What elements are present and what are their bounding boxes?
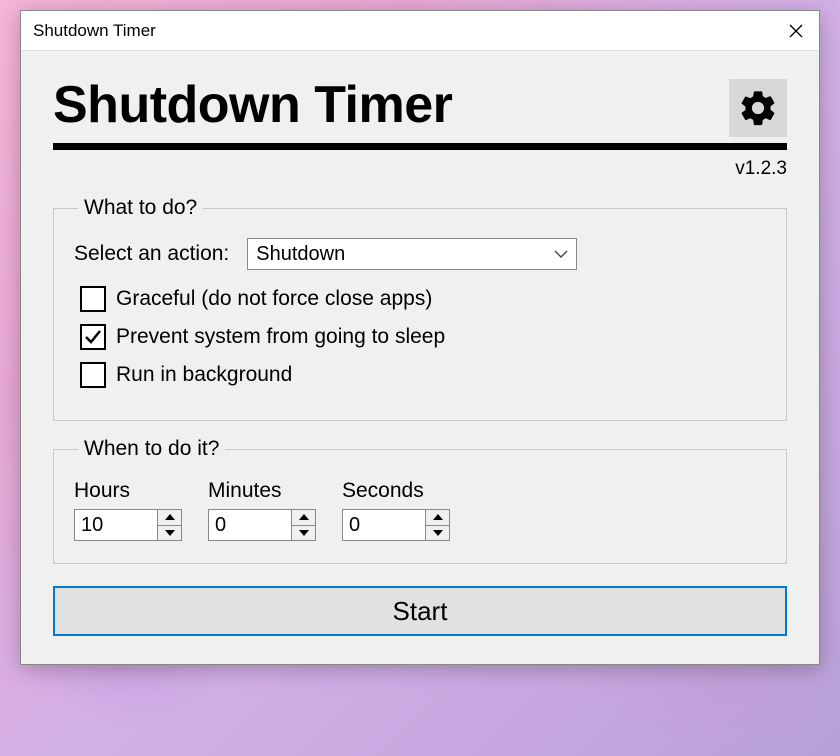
graceful-checkbox-row[interactable]: Graceful (do not force close apps) — [80, 286, 766, 312]
action-select[interactable]: Shutdown — [247, 238, 577, 270]
when-fieldset: When to do it? Hours 10 Minutes 0 — [53, 437, 787, 564]
seconds-down-button[interactable] — [426, 526, 449, 541]
start-label: Start — [393, 596, 448, 627]
prevent-sleep-label: Prevent system from going to sleep — [116, 325, 445, 349]
run-bg-checkbox[interactable] — [80, 362, 106, 388]
hours-value: 10 — [75, 510, 157, 540]
caret-up-icon — [299, 514, 309, 520]
minutes-value: 0 — [209, 510, 291, 540]
run-bg-checkbox-row[interactable]: Run in background — [80, 362, 766, 388]
close-icon — [789, 24, 803, 38]
caret-up-icon — [433, 514, 443, 520]
what-legend: What to do? — [78, 196, 203, 220]
time-row: Hours 10 Minutes 0 — [74, 479, 766, 541]
version-label: v1.2.3 — [53, 158, 787, 180]
hours-spinner-btns — [157, 510, 181, 540]
hours-label: Hours — [74, 479, 182, 503]
action-row: Select an action: Shutdown — [74, 238, 766, 270]
minutes-spinner-btns — [291, 510, 315, 540]
seconds-col: Seconds 0 — [342, 479, 450, 541]
minutes-label: Minutes — [208, 479, 316, 503]
prevent-sleep-checkbox[interactable] — [80, 324, 106, 350]
caret-down-icon — [299, 530, 309, 536]
check-icon — [83, 327, 103, 347]
minutes-spinner[interactable]: 0 — [208, 509, 316, 541]
seconds-label: Seconds — [342, 479, 450, 503]
start-button[interactable]: Start — [53, 586, 787, 636]
minutes-down-button[interactable] — [292, 526, 315, 541]
run-bg-label: Run in background — [116, 363, 292, 387]
action-select-value: Shutdown — [256, 243, 345, 266]
settings-button[interactable] — [729, 79, 787, 137]
close-button[interactable] — [773, 11, 819, 51]
caret-down-icon — [165, 530, 175, 536]
content-area: Shutdown Timer v1.2.3 What to do? Select… — [21, 51, 819, 664]
seconds-value: 0 — [343, 510, 425, 540]
hours-col: Hours 10 — [74, 479, 182, 541]
hours-spinner[interactable]: 10 — [74, 509, 182, 541]
hours-up-button[interactable] — [158, 510, 181, 526]
hours-down-button[interactable] — [158, 526, 181, 541]
titlebar: Shutdown Timer — [21, 11, 819, 51]
seconds-spinner-btns — [425, 510, 449, 540]
seconds-up-button[interactable] — [426, 510, 449, 526]
app-window: Shutdown Timer Shutdown Timer v1.2.3 Wha… — [20, 10, 820, 665]
caret-up-icon — [165, 514, 175, 520]
titlebar-title: Shutdown Timer — [33, 21, 156, 41]
caret-down-icon — [433, 530, 443, 536]
what-fieldset: What to do? Select an action: Shutdown G… — [53, 196, 787, 421]
gear-icon — [737, 87, 779, 129]
header-row: Shutdown Timer — [53, 75, 787, 137]
graceful-label: Graceful (do not force close apps) — [116, 287, 432, 311]
action-label: Select an action: — [74, 242, 229, 266]
graceful-checkbox[interactable] — [80, 286, 106, 312]
prevent-sleep-checkbox-row[interactable]: Prevent system from going to sleep — [80, 324, 766, 350]
chevron-down-icon — [554, 249, 568, 259]
minutes-col: Minutes 0 — [208, 479, 316, 541]
seconds-spinner[interactable]: 0 — [342, 509, 450, 541]
when-legend: When to do it? — [78, 437, 225, 461]
app-title: Shutdown Timer — [53, 77, 452, 134]
header-divider — [53, 143, 787, 150]
minutes-up-button[interactable] — [292, 510, 315, 526]
